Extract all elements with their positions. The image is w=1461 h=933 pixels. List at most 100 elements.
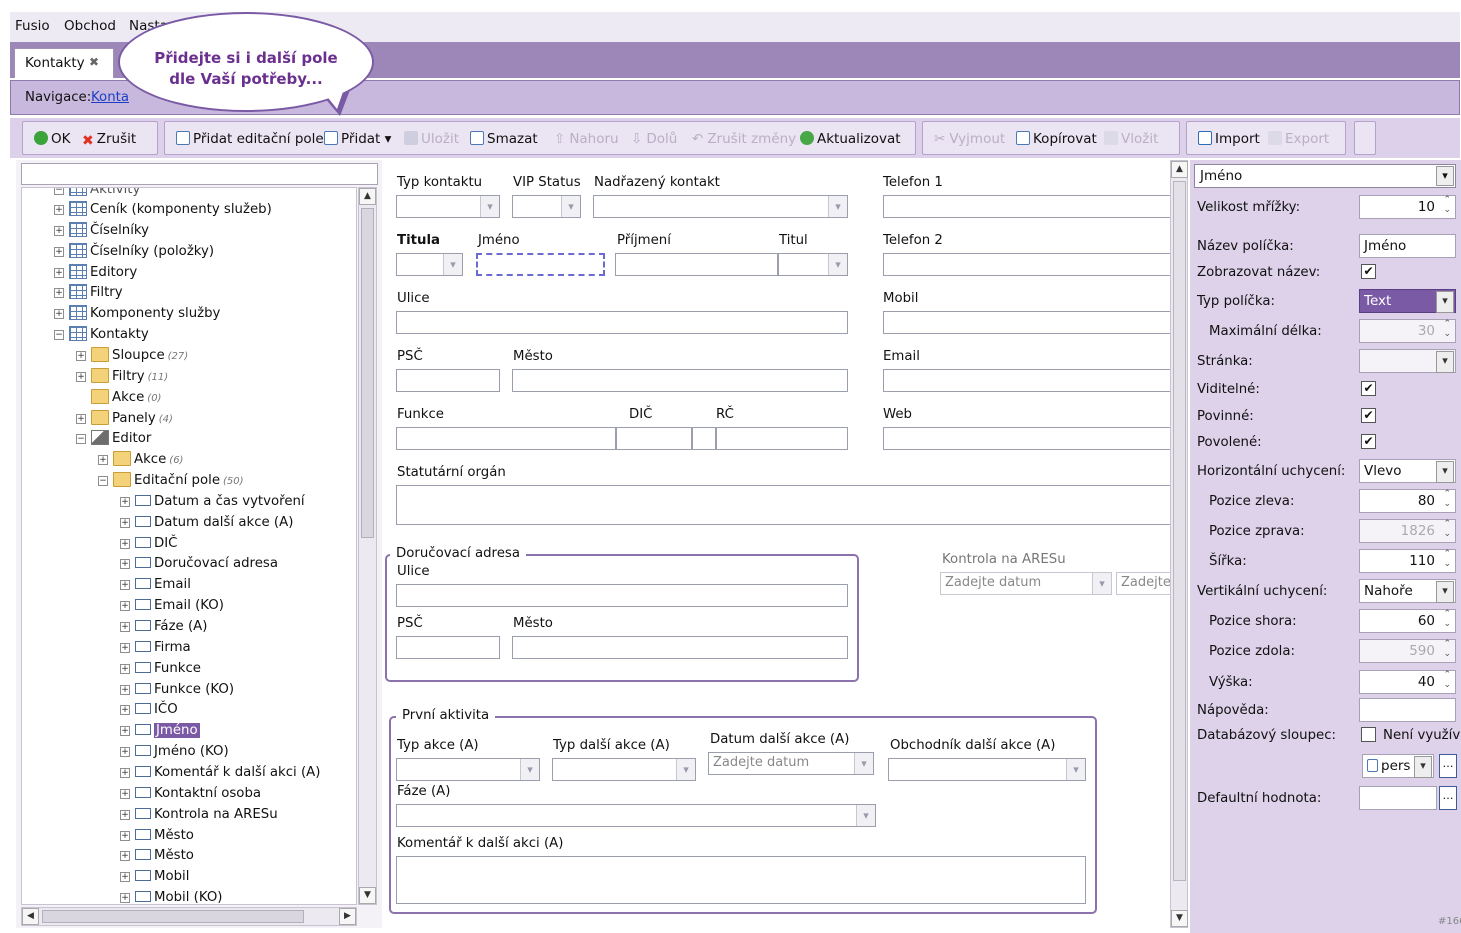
typ-akce-select[interactable] bbox=[396, 758, 540, 781]
mobil-input[interactable] bbox=[883, 311, 1173, 334]
dorucovaci-psc-input[interactable] bbox=[396, 636, 500, 659]
rc-input[interactable] bbox=[716, 427, 848, 450]
collapse-icon[interactable]: − bbox=[76, 434, 86, 445]
expand-icon[interactable]: + bbox=[120, 705, 130, 716]
expand-icon[interactable]: + bbox=[76, 350, 86, 361]
ares-date-picker-2[interactable]: Zadejte bbox=[1116, 572, 1172, 595]
expand-icon[interactable]: + bbox=[120, 684, 130, 695]
tree-node[interactable]: + Akce (6) bbox=[98, 450, 183, 469]
expand-icon[interactable]: + bbox=[76, 371, 86, 382]
visible-checkbox[interactable]: ✔ bbox=[1361, 381, 1376, 396]
expand-icon[interactable]: + bbox=[120, 538, 130, 549]
tree-horizontal-scrollbar[interactable]: ◀ ▶ bbox=[21, 907, 357, 926]
ico-input[interactable] bbox=[692, 427, 716, 450]
expand-icon[interactable]: + bbox=[120, 559, 130, 570]
tree-node[interactable]: + Email bbox=[120, 575, 191, 594]
tree-node[interactable]: + Komentář k další akci (A) bbox=[120, 763, 320, 782]
expand-icon[interactable]: + bbox=[120, 767, 130, 778]
tree-node[interactable]: + Jméno bbox=[120, 721, 200, 740]
expand-icon[interactable]: + bbox=[120, 663, 130, 674]
telefon-2-input[interactable] bbox=[883, 253, 1173, 276]
cancel-button[interactable]: ✖ Zrušit bbox=[82, 131, 136, 149]
expand-icon[interactable]: + bbox=[54, 309, 64, 320]
tree-view[interactable]: − Aktivity + Ceník (komponenty služeb) + Čís… bbox=[21, 187, 357, 905]
statutarni-organ-input[interactable] bbox=[396, 485, 1173, 525]
grid-size-stepper[interactable]: 10 bbox=[1359, 195, 1456, 219]
tree-node[interactable]: + Funkce (KO) bbox=[120, 680, 234, 699]
web-input[interactable] bbox=[883, 427, 1173, 450]
scroll-down-icon[interactable]: ▼ bbox=[359, 887, 376, 904]
expand-icon[interactable]: + bbox=[120, 642, 130, 653]
canvas-scrollbar[interactable]: ▲ ▼ bbox=[1170, 160, 1188, 928]
scroll-left-icon[interactable]: ◀ bbox=[22, 908, 39, 925]
left-position-stepper[interactable]: 80 bbox=[1359, 489, 1456, 513]
tree-node[interactable]: + IČO bbox=[120, 700, 178, 719]
expand-icon[interactable]: + bbox=[120, 872, 130, 883]
tree-node[interactable]: + Fáze (A) bbox=[120, 617, 207, 636]
mesto-input[interactable] bbox=[512, 369, 848, 392]
enabled-checkbox[interactable]: ✔ bbox=[1361, 434, 1376, 449]
expand-icon[interactable]: + bbox=[76, 413, 86, 424]
tree-vertical-scrollbar[interactable]: ▲ ▼ bbox=[358, 187, 377, 905]
tree-node[interactable]: + Kontaktní osoba bbox=[120, 784, 261, 803]
titul-pred-select[interactable] bbox=[396, 253, 463, 276]
height-stepper[interactable]: 40 bbox=[1359, 670, 1456, 694]
expand-icon[interactable]: + bbox=[120, 726, 130, 737]
scroll-up-icon[interactable]: ▲ bbox=[359, 188, 376, 205]
toolbar-overflow[interactable] bbox=[1354, 121, 1376, 155]
expand-icon[interactable]: + bbox=[98, 455, 108, 466]
field-name-input[interactable]: Jméno bbox=[1359, 234, 1456, 258]
tree-node-partial[interactable]: − Aktivity bbox=[54, 188, 140, 199]
collapse-icon[interactable]: − bbox=[98, 476, 108, 487]
dic-input[interactable] bbox=[616, 427, 692, 450]
expand-icon[interactable]: + bbox=[120, 517, 130, 528]
vertical-anchor-select[interactable]: Nahoře bbox=[1359, 579, 1456, 603]
expand-icon[interactable]: + bbox=[120, 788, 130, 799]
max-length-stepper[interactable]: 30 bbox=[1359, 319, 1456, 343]
undo-button[interactable]: ↶ Zrušit změny bbox=[692, 131, 796, 147]
tree-node[interactable]: + Panely (4) bbox=[76, 409, 173, 428]
paste-button[interactable]: Vložit bbox=[1104, 131, 1158, 147]
tree-node[interactable]: + Datum další akce (A) bbox=[120, 513, 293, 532]
tree-node[interactable]: + Sloupce (27) bbox=[76, 346, 188, 365]
scroll-right-icon[interactable]: ▶ bbox=[339, 908, 356, 925]
tree-node[interactable]: + Číselníky bbox=[54, 221, 149, 240]
cut-button[interactable]: ✂ Vyjmout bbox=[934, 131, 1005, 147]
tree-node[interactable]: + Číselníky (položky) bbox=[54, 242, 214, 261]
typ-dalsi-akce-select[interactable] bbox=[552, 758, 696, 781]
expand-icon[interactable]: + bbox=[120, 851, 130, 862]
menu-fusio[interactable]: Fusio bbox=[15, 18, 50, 34]
funkce-input[interactable] bbox=[396, 427, 616, 450]
tree-node[interactable]: + Jméno (KO) bbox=[120, 742, 229, 761]
prijmeni-input[interactable] bbox=[615, 253, 778, 276]
add-button[interactable]: Přidat ▾ bbox=[324, 131, 391, 147]
titul-select[interactable] bbox=[778, 253, 848, 276]
tab-kontakty[interactable]: Kontakty ✖ bbox=[14, 48, 114, 78]
tree-node[interactable]: +Akce(0) bbox=[76, 388, 161, 407]
expand-icon[interactable]: + bbox=[54, 225, 64, 236]
nav-link[interactable]: Konta bbox=[91, 90, 129, 105]
tree-node[interactable]: + Filtry (11) bbox=[76, 367, 168, 386]
horizontal-anchor-select[interactable]: Vlevo bbox=[1359, 459, 1456, 483]
expand-icon[interactable]: + bbox=[120, 496, 130, 507]
email-input[interactable] bbox=[883, 369, 1173, 392]
tree-node[interactable]: − Editor bbox=[76, 429, 151, 448]
collapse-icon[interactable]: − bbox=[54, 330, 64, 341]
collapse-icon[interactable]: − bbox=[54, 188, 64, 195]
expand-icon[interactable]: + bbox=[54, 267, 64, 278]
vip-status-select[interactable] bbox=[512, 195, 581, 218]
faze-select[interactable] bbox=[396, 804, 876, 827]
field-selector[interactable]: Jméno ▾ bbox=[1194, 164, 1456, 188]
right-position-stepper[interactable]: 1826 bbox=[1359, 519, 1456, 543]
default-value-input[interactable] bbox=[1359, 786, 1437, 810]
ok-button[interactable]: OK bbox=[34, 131, 70, 147]
tree-node[interactable]: + DIČ bbox=[120, 534, 177, 553]
scroll-thumb[interactable] bbox=[1173, 181, 1186, 881]
tree-node[interactable]: + Firma bbox=[120, 638, 191, 657]
help-input[interactable] bbox=[1359, 698, 1456, 722]
expand-icon[interactable]: + bbox=[54, 246, 64, 257]
tree-node[interactable]: + Město bbox=[120, 826, 194, 845]
db-column-select[interactable]: pers bbox=[1362, 754, 1434, 778]
scroll-thumb[interactable] bbox=[361, 208, 374, 538]
tree-node[interactable]: + Město bbox=[120, 846, 194, 865]
